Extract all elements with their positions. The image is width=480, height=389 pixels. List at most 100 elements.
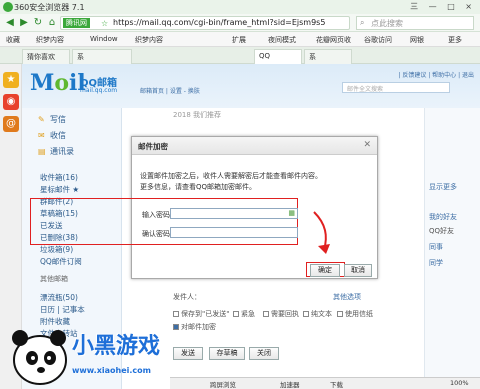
tab-bar: 猜你喜欢 系 QQ 系 xyxy=(0,47,480,64)
checkbox[interactable] xyxy=(303,311,309,317)
qqmail-logo[interactable]: Moil xyxy=(30,70,86,96)
title-bar: 360安全浏览器 7.1 三 — □ × xyxy=(0,0,480,14)
mail-search-placeholder: 邮件全文搜索 xyxy=(347,86,384,93)
pencil-icon: ✎ xyxy=(38,115,45,124)
url-text[interactable]: https://mail.qq.com/cgi-bin/frame_html?s… xyxy=(113,18,325,27)
option-label: 需要回执 xyxy=(271,310,299,318)
folder-calendar[interactable]: 日历 | 记事本 xyxy=(40,304,85,315)
bookmark-item[interactable]: 扩展 xyxy=(232,35,246,45)
folder-spam[interactable]: 垃圾箱(9) xyxy=(40,244,73,255)
forward-icon[interactable]: ▶ xyxy=(18,17,30,29)
right-pane-classmates[interactable]: 同学 xyxy=(429,258,443,268)
bookmark-item[interactable]: 收藏 xyxy=(6,35,20,45)
bookmark-item[interactable]: 织梦内容 xyxy=(135,35,163,45)
contacts-button[interactable]: ▤ 通讯录 xyxy=(38,146,74,157)
contacts-pane: QQ好友 显示更多 我的好友 同事 同学 xyxy=(424,108,480,389)
site-badge: 腾讯网 xyxy=(63,18,90,28)
option-label: 使用信纸 xyxy=(345,310,373,318)
home-icon[interactable]: ⌂ xyxy=(46,17,58,29)
mail-header: Moil QQ邮箱 mail.qq.com 邮箱首页 | 设置 - 换肤 | 反… xyxy=(22,64,480,108)
checkbox[interactable] xyxy=(263,311,269,317)
receive-label: 收信 xyxy=(50,131,66,140)
option-receipt[interactable]: 需要回执 xyxy=(263,309,299,319)
email-icon[interactable]: @ xyxy=(3,116,19,132)
confirm-password-input[interactable] xyxy=(170,227,298,238)
other-mailbox-section[interactable]: 其他邮箱 xyxy=(40,274,68,284)
tab-item[interactable]: 系 xyxy=(72,49,132,64)
ok-button[interactable]: 确定 xyxy=(310,264,340,277)
bookmark-item[interactable]: 织梦内容 xyxy=(36,35,64,45)
search-icon: ⌕ xyxy=(360,18,365,27)
tab-item[interactable]: QQ xyxy=(254,49,302,64)
checkbox[interactable] xyxy=(233,311,239,317)
status-item[interactable]: 下载 xyxy=(330,379,343,389)
option-urgent[interactable]: 紧急 xyxy=(233,309,255,319)
contacts-icon: ▤ xyxy=(38,147,46,156)
right-pane-colleagues[interactable]: 同事 xyxy=(429,242,443,252)
watermark-url: www.xiaohei.com xyxy=(72,366,151,375)
mail-header-links[interactable]: 邮箱首页 | 设置 - 换肤 xyxy=(140,86,200,95)
mail-search-input[interactable]: 邮件全文搜索 xyxy=(342,82,450,93)
star-icon[interactable]: ☆ xyxy=(101,19,108,28)
bookmarks-bar: 收藏 织梦内容 Window 织梦内容 扩展 夜间模式 花瓣网页收 谷歌访问 网… xyxy=(0,32,480,47)
favorites-star-icon[interactable]: ★ xyxy=(3,72,19,88)
status-item[interactable]: 100% xyxy=(450,379,469,387)
status-bar: 跨屏浏览 加速器 下载 100% xyxy=(170,377,480,389)
mail-header-right-links[interactable]: | 反馈建议 | 帮助中心 | 退出 xyxy=(398,70,474,79)
main-date-line: 2018 我们推荐 xyxy=(173,111,222,119)
contacts-label: 通讯录 xyxy=(50,147,74,156)
watermark: 小黑游戏 www.xiaohei.com xyxy=(0,318,200,389)
right-pane-friends[interactable]: 我的好友 xyxy=(429,212,457,222)
back-icon[interactable]: ◀ xyxy=(4,17,16,29)
browser-search-input[interactable]: ⌕ 点此搜索 xyxy=(356,16,474,30)
red-arrow-annotation xyxy=(313,211,330,254)
tab-item[interactable]: 猜你喜欢 xyxy=(22,49,70,64)
bookmark-item[interactable]: 夜间模式 xyxy=(268,35,296,45)
status-item[interactable]: 跨屏浏览 xyxy=(210,379,236,389)
option-plaintext[interactable]: 纯文本 xyxy=(303,309,332,319)
other-options-link[interactable]: 其他选项 xyxy=(333,292,361,302)
dialog-description: 设置邮件加密之后，收件人需要解密后才能查看邮件内容。 xyxy=(140,172,322,180)
folder-subscriptions[interactable]: QQ邮件订阅 xyxy=(40,256,82,267)
close-compose-button[interactable]: 关闭 xyxy=(249,347,279,360)
dialog-more-info[interactable]: 更多信息，请查看QQ邮箱加密邮件。 xyxy=(140,182,256,192)
folder-inbox[interactable]: 收件箱(16) xyxy=(40,172,78,183)
receive-button[interactable]: ✉ 收信 xyxy=(38,130,66,141)
url-bar[interactable]: 腾讯网 ☆ https://mail.qq.com/cgi-bin/frame_… xyxy=(60,16,350,30)
browser-logo-icon xyxy=(3,2,13,12)
option-label: 保存到"已发送" xyxy=(181,310,230,318)
option-stationery[interactable]: 使用信纸 xyxy=(337,309,373,319)
dialog-header: 邮件加密 ✕ xyxy=(132,137,377,155)
refresh-icon[interactable]: ↻ xyxy=(32,17,44,29)
compose-label: 写信 xyxy=(50,115,66,124)
close-icon[interactable]: ✕ xyxy=(363,140,371,150)
mail-domain: mail.qq.com xyxy=(80,87,118,94)
right-pane-title: QQ好友 xyxy=(429,227,455,235)
address-toolbar: ◀ ▶ ↻ ⌂ 腾讯网 ☆ https://mail.qq.com/cgi-bi… xyxy=(0,14,480,32)
save-draft-button[interactable]: 存草稿 xyxy=(209,347,245,360)
window-controls[interactable]: 三 — □ × xyxy=(410,1,476,12)
folder-starred[interactable]: 星标邮件 ★ xyxy=(40,184,79,195)
cancel-button[interactable]: 取消 xyxy=(344,264,372,277)
bookmark-item[interactable]: 谷歌访问 xyxy=(364,35,392,45)
compose-button[interactable]: ✎ 写信 xyxy=(38,114,66,125)
bookmark-item[interactable]: 更多 xyxy=(448,35,462,45)
bookmark-item[interactable]: 网银 xyxy=(410,35,424,45)
watermark-brand: 小黑游戏 xyxy=(72,334,161,359)
right-pane-more[interactable]: 显示更多 xyxy=(429,182,457,192)
option-label: 紧急 xyxy=(241,310,255,318)
checkbox[interactable] xyxy=(337,311,343,317)
sender-label: 发件人： xyxy=(173,293,201,301)
browser-search-placeholder: 点此搜索 xyxy=(371,19,403,28)
checkbox[interactable] xyxy=(173,311,179,317)
folder-bottle[interactable]: 漂流瓶(50) xyxy=(40,292,78,303)
inbox-icon: ✉ xyxy=(38,131,45,140)
status-item[interactable]: 加速器 xyxy=(280,379,300,389)
tab-item[interactable]: 系 xyxy=(304,49,352,64)
bookmark-item[interactable]: 花瓣网页收 xyxy=(316,35,351,45)
bookmark-item[interactable]: Window xyxy=(90,35,118,43)
window-title: 360安全浏览器 7.1 xyxy=(14,3,85,12)
password-input[interactable]: ▦ xyxy=(170,208,298,219)
dialog-title: 邮件加密 xyxy=(138,142,168,151)
weibo-icon[interactable]: ◉ xyxy=(3,94,19,110)
